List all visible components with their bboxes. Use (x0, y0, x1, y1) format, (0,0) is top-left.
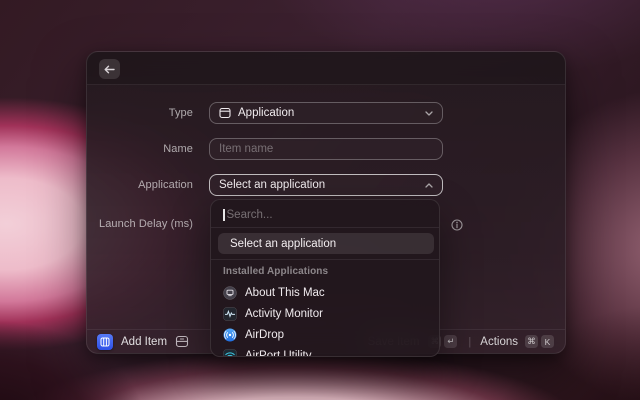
about-this-mac-icon (223, 286, 237, 300)
arrow-left-icon (104, 65, 115, 74)
k-key-badge: K (541, 335, 554, 348)
chevron-down-icon (425, 111, 433, 116)
cmd-key-badge-2: ⌘ (525, 335, 538, 348)
text-cursor (223, 209, 225, 221)
section-installed-applications: Installed Applications (223, 266, 328, 277)
search-placeholder: Search... (227, 209, 273, 221)
footer-separator: | (468, 336, 471, 348)
dialog-header (87, 52, 565, 85)
option-about-this-mac[interactable]: About This Mac (218, 282, 434, 303)
option-airport-utility[interactable]: AirPort Utility (218, 345, 434, 357)
name-placeholder: Item name (219, 143, 433, 155)
option-label: AirPort Utility (245, 350, 311, 358)
chevron-up-icon (425, 183, 433, 188)
type-select[interactable]: Application (209, 102, 443, 124)
application-label: Application (87, 174, 193, 196)
info-icon[interactable] (451, 218, 463, 230)
divider (211, 259, 439, 260)
command-name: Add Item (121, 336, 167, 348)
option-airdrop[interactable]: AirDrop (218, 324, 434, 345)
return-key-badge: ↵ (444, 335, 457, 348)
application-select[interactable]: Select an application (209, 174, 443, 196)
name-label: Name (87, 138, 193, 160)
divider (211, 227, 439, 228)
name-row: Name Item name (87, 138, 565, 160)
option-label: AirDrop (245, 329, 284, 341)
name-input[interactable]: Item name (209, 138, 443, 160)
app-window-icon (219, 107, 231, 119)
launch-delay-label: Launch Delay (ms) (87, 213, 193, 235)
application-row: Application Select an application (87, 174, 565, 196)
option-label: About This Mac (245, 287, 325, 299)
archive-box-icon (175, 335, 189, 348)
type-row: Type Application (87, 102, 565, 124)
back-button[interactable] (99, 59, 120, 79)
application-dropdown: Search... Select an application Installe… (210, 199, 440, 357)
dropdown-search-input[interactable]: Search... (223, 207, 427, 223)
option-select-an-application[interactable]: Select an application (218, 233, 434, 254)
airdrop-icon (223, 328, 237, 342)
airport-utility-icon (223, 349, 237, 358)
add-item-app-icon (97, 334, 113, 350)
type-label: Type (87, 102, 193, 124)
option-activity-monitor[interactable]: Activity Monitor (218, 303, 434, 324)
application-value: Select an application (219, 179, 418, 191)
type-value: Application (238, 107, 418, 119)
option-label: Activity Monitor (245, 308, 323, 320)
activity-monitor-icon (223, 307, 237, 321)
action-bar-left: Add Item (97, 334, 189, 350)
actions-button[interactable]: Actions (480, 336, 518, 348)
